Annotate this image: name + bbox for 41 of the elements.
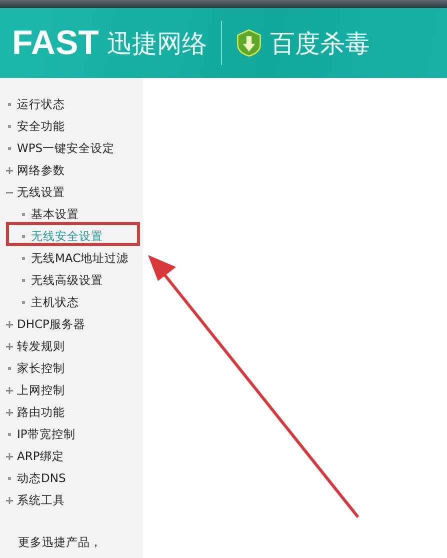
- bullet-icon: [22, 256, 25, 260]
- menu-item[interactable]: 网络参数: [17, 162, 65, 178]
- logo: FAST: [12, 24, 99, 62]
- bullet-icon: [8, 124, 11, 128]
- menu-item[interactable]: 无线MAC地址过滤: [31, 250, 129, 266]
- menu-item[interactable]: 运行状态: [17, 96, 65, 112]
- partner-name: 百度杀毒: [270, 28, 370, 60]
- bullet-icon: [22, 234, 25, 238]
- menu-item[interactable]: WPS一键安全设定: [17, 140, 115, 156]
- menu-item[interactable]: 家长控制: [17, 360, 65, 376]
- plus-icon[interactable]: [6, 452, 13, 460]
- menu-item[interactable]: 动态DNS: [17, 470, 66, 486]
- shield-icon: [236, 28, 262, 58]
- bullet-icon: [22, 212, 25, 216]
- bullet-icon: [8, 432, 11, 436]
- menu-item[interactable]: 安全功能: [17, 118, 65, 134]
- plus-icon[interactable]: [6, 386, 13, 394]
- bullet-icon: [8, 476, 11, 480]
- plus-icon[interactable]: [6, 408, 13, 416]
- plus-icon[interactable]: [6, 166, 13, 174]
- menu-item[interactable]: 路由功能: [17, 404, 65, 420]
- menu-item[interactable]: ARP绑定: [17, 448, 64, 464]
- footer-text: 更多迅捷产品，: [18, 535, 103, 550]
- bullet-icon: [8, 146, 11, 150]
- bullet-icon: [22, 278, 25, 282]
- bullet-icon: [8, 366, 11, 370]
- menu-item[interactable]: 基本设置: [31, 206, 79, 222]
- plus-icon[interactable]: [6, 496, 13, 504]
- plus-icon[interactable]: [6, 320, 13, 328]
- bullet-icon: [22, 300, 25, 304]
- menu-item[interactable]: IP带宽控制: [17, 426, 76, 442]
- menu-item[interactable]: 主机状态: [31, 294, 79, 310]
- menu-item[interactable]: DHCP服务器: [17, 316, 86, 332]
- bullet-icon: [8, 102, 11, 106]
- brand-name: 迅捷网络: [106, 28, 207, 60]
- menu-item[interactable]: 无线设置: [17, 184, 65, 200]
- menu-item[interactable]: 无线高级设置: [31, 272, 103, 288]
- menu-item[interactable]: 转发规则: [17, 338, 65, 354]
- menu-item[interactable]: 系统工具: [17, 492, 65, 508]
- menu-item[interactable]: 上网控制: [17, 382, 65, 398]
- plus-icon[interactable]: [6, 342, 13, 350]
